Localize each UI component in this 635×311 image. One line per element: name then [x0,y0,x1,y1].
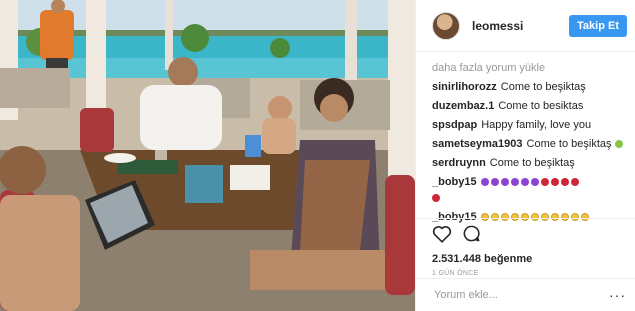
post-photo[interactable] [0,0,415,311]
comment-username[interactable]: serdruynn [432,157,486,169]
comments-list: daha fazla yorum yükle sinirlihorozz Come… [416,52,635,224]
comment-text: Come to beşiktaş [489,157,575,169]
comment-username[interactable]: duzembaz.1 [432,100,494,112]
purple-heart-icon [510,178,519,186]
purple-heart-icon [490,178,499,186]
load-more-comments-link[interactable]: daha fazla yorum yükle [432,62,619,74]
purple-heart-icon [500,178,509,186]
add-comment-input[interactable] [432,288,609,302]
post-header: leomessi Takip Et [416,0,635,52]
follow-button[interactable]: Takip Et [569,14,627,37]
comment: _boby15 [432,176,619,189]
instagram-post: leomessi Takip Et daha fazla yorum yükle… [0,0,635,311]
grinning-face-emoji-icon [614,140,623,148]
lips-icon [550,178,559,186]
lips-icon [570,178,579,186]
emoji-row [480,176,581,188]
comment: duzembaz.1 Come to besiktas [432,100,619,113]
comment-username[interactable]: sametseyma1903 [432,138,523,150]
lips-icon [432,194,440,202]
comment: serdruynn Come to beşiktaş [432,157,619,170]
comment-icon[interactable] [462,224,481,248]
comment: spsdpap Happy family, love you [432,119,619,132]
comment-username[interactable]: sinirlihorozz [432,81,497,93]
post-photo-illustration [0,0,415,311]
comment [432,192,619,205]
avatar[interactable] [432,11,460,40]
username[interactable]: leomessi [472,19,569,33]
lips-icon [540,178,549,186]
comment-username[interactable]: spsdpap [432,119,477,131]
more-options-icon[interactable]: ··· [609,287,626,303]
lips-icon [560,178,569,186]
action-icons-row [432,225,620,247]
comment-text: Come to beşiktaş [500,81,586,93]
purple-heart-icon [520,178,529,186]
comment-text: Happy family, love you [481,119,592,131]
purple-heart-icon [480,178,489,186]
post-actions: 2.531.448 beğenme 1 GÜN ÖNCE [416,218,635,277]
heart-icon[interactable] [432,225,452,248]
purple-heart-icon [530,178,539,186]
post-sidebar: leomessi Takip Et daha fazla yorum yükle… [415,0,635,311]
add-comment-bar: ··· [416,278,635,311]
comment-username[interactable]: _boby15 [432,176,477,188]
comment-text: Come to beşiktaş [526,138,612,150]
likes-count[interactable]: 2.531.448 beğenme [432,253,620,265]
post-timestamp: 1 GÜN ÖNCE [432,270,479,277]
comment-text: Come to besiktas [498,100,584,112]
comment: sametseyma1903 Come to beşiktaş [432,138,623,151]
comment: sinirlihorozz Come to beşiktaş [432,81,619,94]
